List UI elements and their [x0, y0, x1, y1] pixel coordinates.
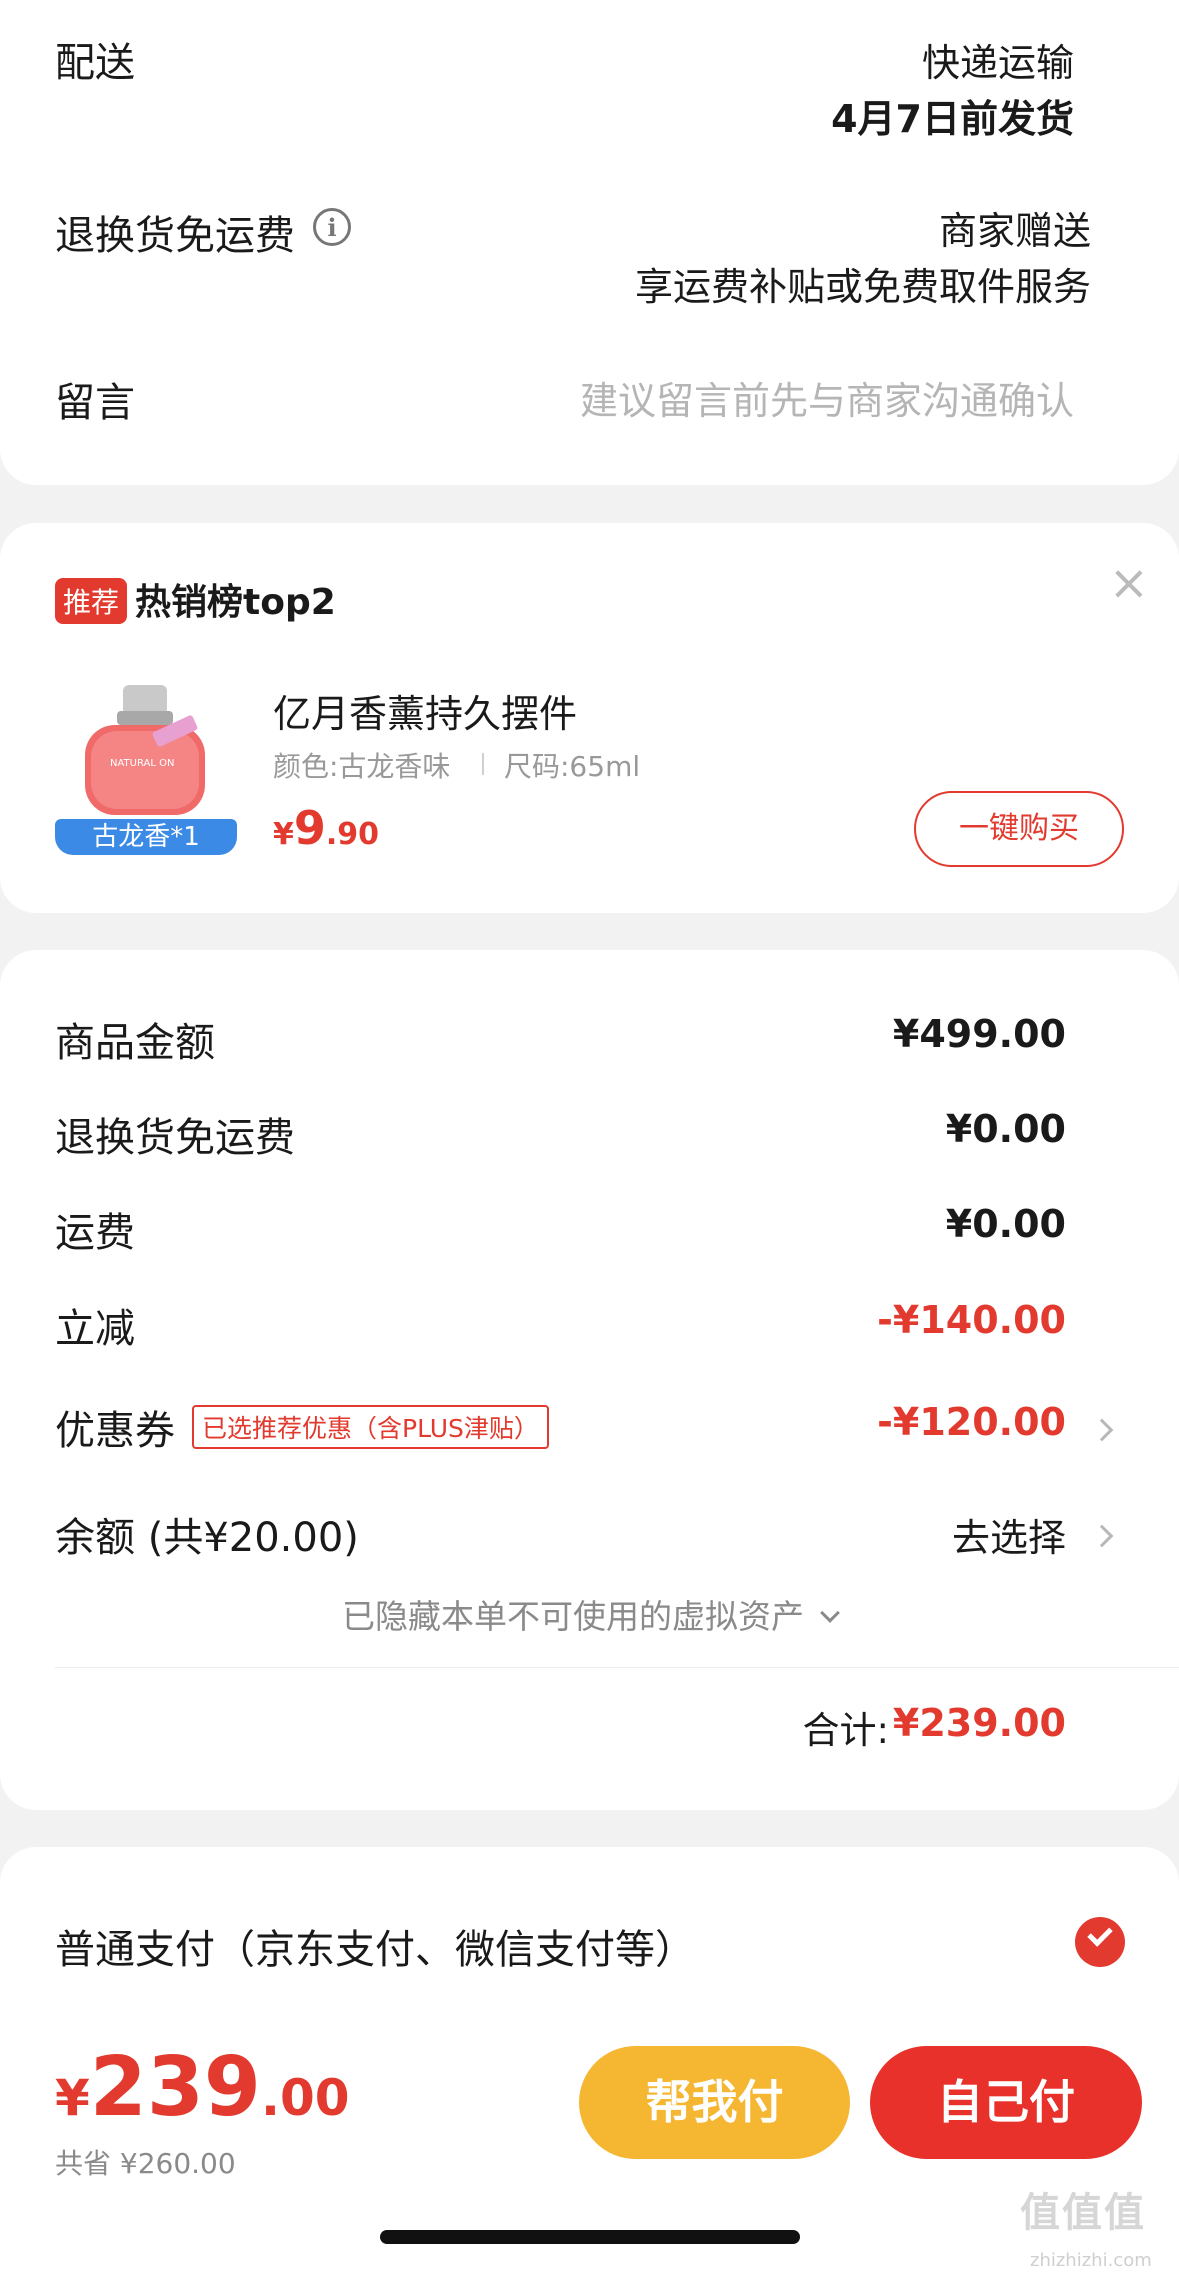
coupon-label: 优惠券 [55, 1408, 175, 1454]
summary-divider [55, 1667, 1179, 1668]
recommend-tag: 推荐 [55, 578, 128, 624]
message-input[interactable]: 建议留言前先与商家沟通确认 [580, 370, 1074, 425]
spec-divider [482, 753, 484, 775]
saved-amount: 共省 ¥260.00 [55, 2147, 236, 2180]
product-image[interactable]: NATURAL ON [55, 683, 235, 828]
return-free-value-2: 享运费补贴或免费取件服务 [634, 265, 1091, 309]
price-int: 9 [293, 801, 326, 855]
chevron-right-icon[interactable] [1090, 1418, 1114, 1442]
return-fee-value: ¥0.00 [945, 1107, 1066, 1151]
chevron-down-icon [820, 1603, 840, 1623]
watermark-logo: 值值值 [1020, 2190, 1146, 2236]
self-pay-button[interactable]: 自己付 [870, 2046, 1142, 2159]
freight-label: 运费 [55, 1210, 135, 1256]
recommend-title: 热销榜top2 [135, 582, 336, 623]
freight-value: ¥0.00 [945, 1202, 1066, 1246]
amount-dec: .00 [260, 2069, 350, 2127]
ship-date: 4月7日前发货 [831, 97, 1074, 141]
recommend-card: 推荐 热销榜top2 × NATURAL ON 古龙香*1 亿月香薰持久摆件 颜… [0, 523, 1179, 913]
price-symbol: ¥ [273, 817, 294, 852]
return-free-value-1: 商家赠送 [938, 209, 1091, 253]
chevron-right-icon[interactable] [1090, 1524, 1114, 1548]
pay-amount: ¥239.00 [55, 2040, 350, 2135]
delivery-label: 配送 [55, 40, 135, 86]
delivery-card: 配送 快递运输 4月7日前发货 退换货免运费 i 商家赠送 享运费补贴或免费取件… [0, 0, 1179, 485]
goods-amount-value: ¥499.00 [892, 1012, 1066, 1056]
price-dec: .90 [325, 817, 380, 852]
bottle-label: NATURAL ON [110, 758, 175, 769]
bottom-bar: ¥239.00 共省 ¥260.00 帮我付 自己付 值值值 zhizhizhi… [0, 2030, 1179, 2281]
close-icon[interactable]: × [1109, 555, 1149, 611]
info-icon[interactable]: i [313, 208, 351, 246]
hidden-assets-text: 已隐藏本单不可使用的虚拟资产 [341, 1597, 804, 1636]
perfume-bottle-icon [85, 685, 205, 815]
coupon-value[interactable]: -¥120.00 [877, 1400, 1066, 1444]
instant-discount-value: -¥140.00 [877, 1298, 1066, 1342]
return-free-label: 退换货免运费 [55, 213, 295, 259]
product-color-spec: 颜色:古龙香味 [273, 750, 451, 783]
payment-method-label[interactable]: 普通支付（京东支付、微信支付等） [55, 1917, 695, 1975]
one-click-buy-button[interactable]: 一键购买 [914, 791, 1124, 867]
help-pay-button[interactable]: 帮我付 [579, 2046, 850, 2159]
message-label: 留言 [55, 380, 135, 426]
product-size-spec: 尺码:65ml [504, 750, 641, 783]
product-badge: 古龙香*1 [55, 819, 237, 855]
amount-int: 239 [89, 2040, 261, 2135]
total-value: ¥239.00 [892, 1701, 1066, 1745]
order-summary-card: 商品金额 ¥499.00 退换货免运费 ¥0.00 运费 ¥0.00 立减 -¥… [0, 950, 1179, 1810]
delivery-method[interactable]: 快递运输 [922, 32, 1074, 87]
return-fee-label: 退换货免运费 [55, 1115, 295, 1161]
product-price: ¥9.90 [273, 801, 379, 855]
checkmark-icon[interactable] [1075, 1917, 1125, 1967]
hidden-assets-toggle[interactable]: 已隐藏本单不可使用的虚拟资产 [0, 1590, 1179, 1638]
total-label: 合计: [802, 1709, 889, 1752]
balance-label: 余额 (共¥20.00) [55, 1515, 359, 1561]
goods-amount-label: 商品金额 [55, 1020, 215, 1066]
currency-symbol: ¥ [55, 2069, 90, 2127]
watermark-url: zhizhizhi.com [1030, 2250, 1152, 2271]
balance-action[interactable]: 去选择 [952, 1507, 1066, 1562]
coupon-tag[interactable]: 已选推荐优惠（含PLUS津贴） [192, 1405, 549, 1449]
product-name[interactable]: 亿月香薰持久摆件 [273, 683, 577, 738]
home-indicator [380, 2230, 800, 2244]
instant-discount-label: 立减 [55, 1306, 135, 1352]
